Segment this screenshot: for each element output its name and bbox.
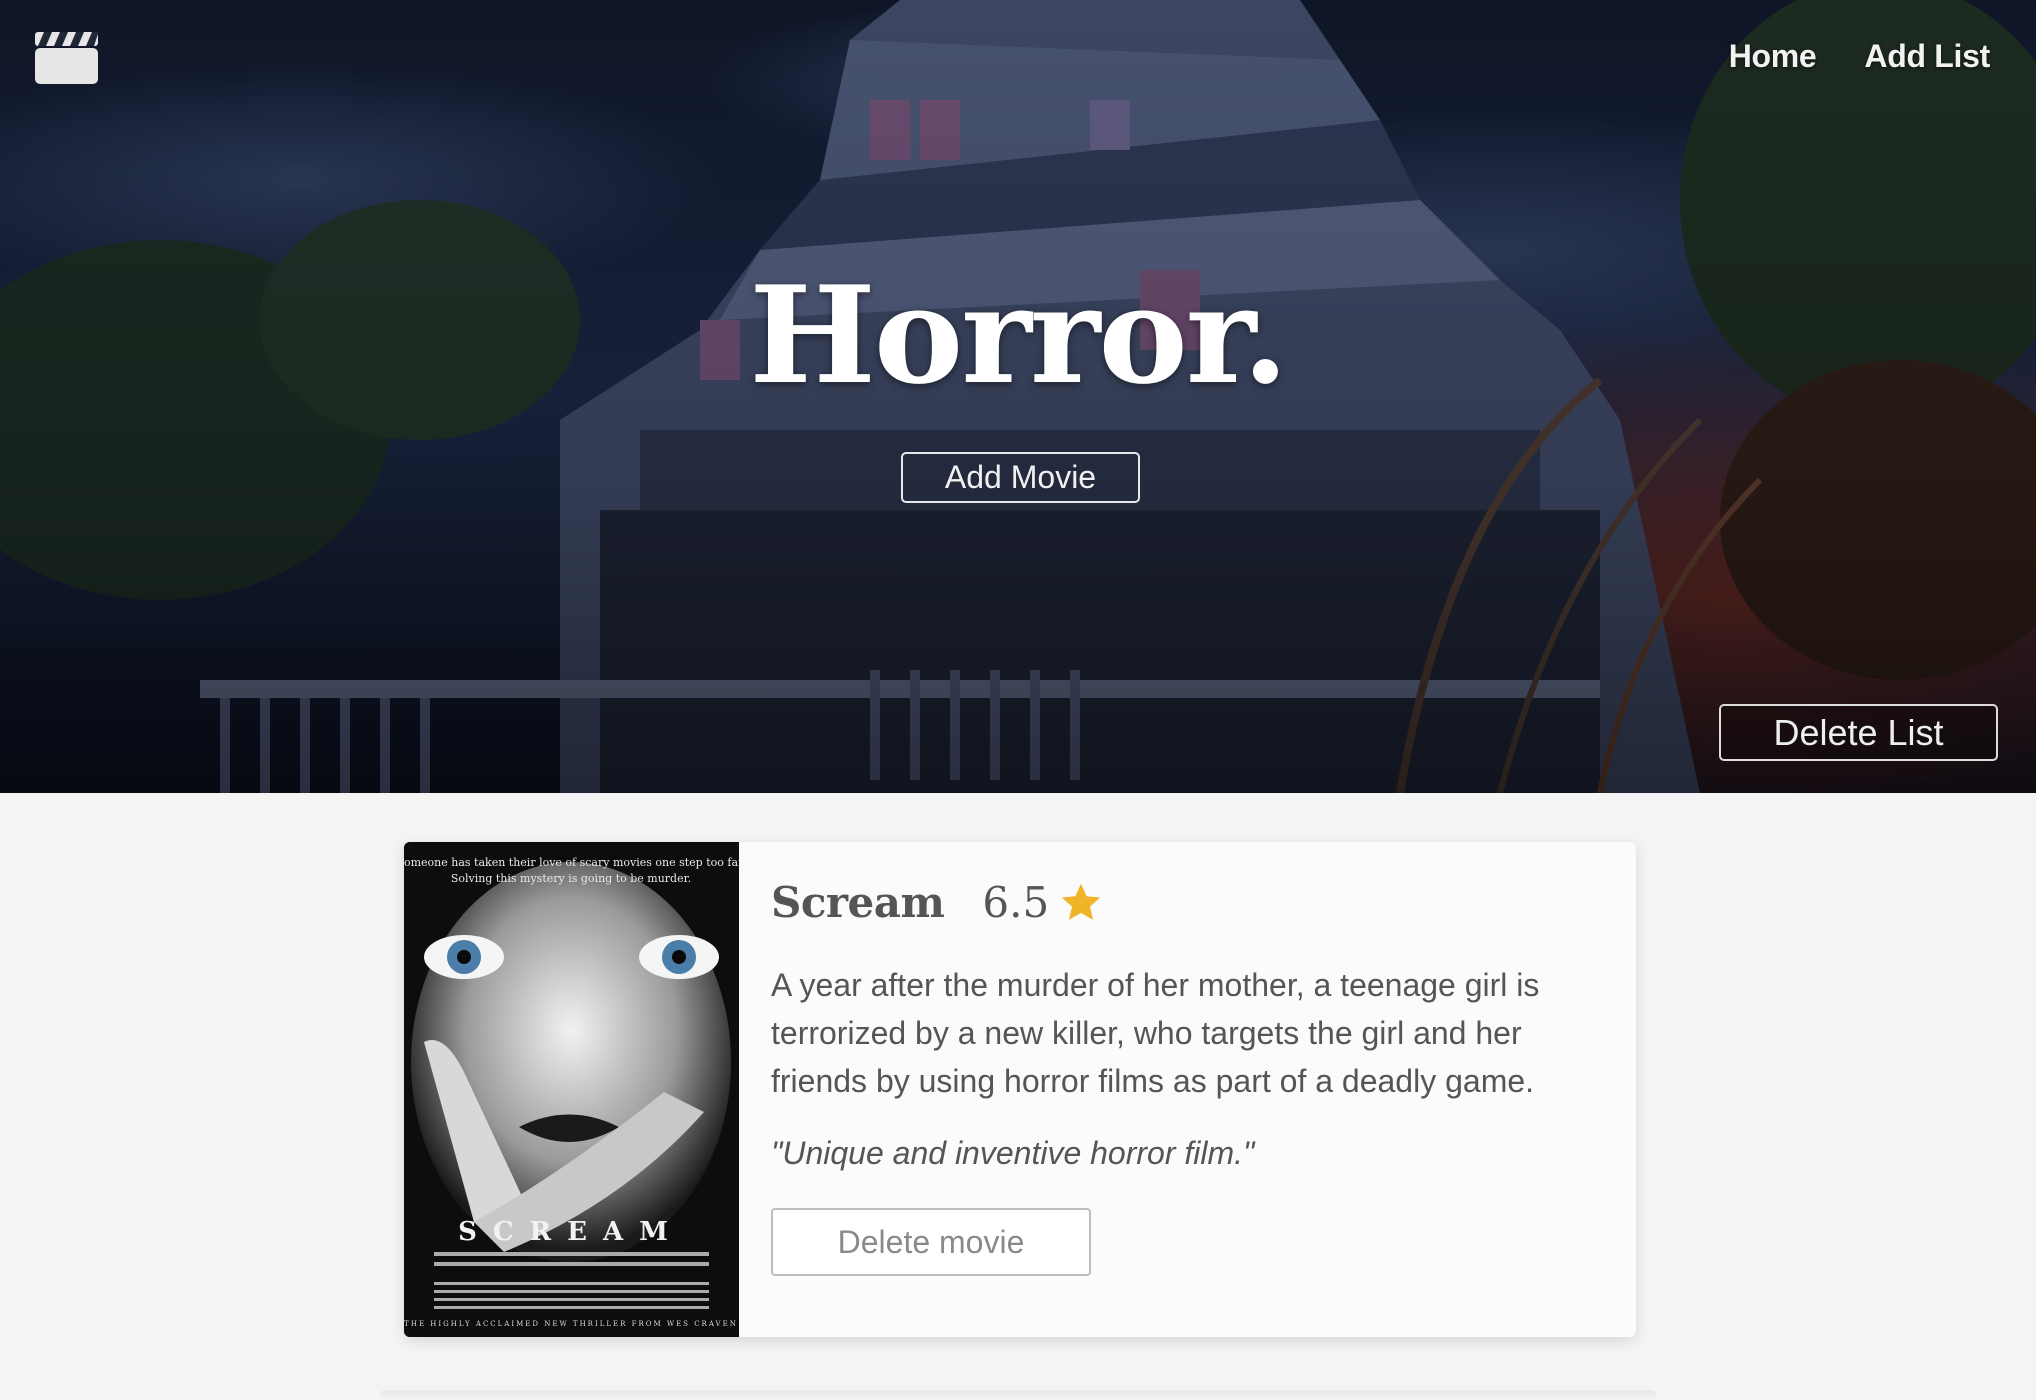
add-movie-button[interactable]: Add Movie (901, 452, 1140, 503)
poster-title: SCREAM (458, 1217, 684, 1247)
delete-movie-button[interactable]: Delete movie (771, 1208, 1091, 1276)
movie-description: A year after the murder of her mother, a… (771, 967, 1540, 1099)
movie-title: Scream (771, 878, 945, 927)
poster-bottom-line: THE HIGHLY ACCLAIMED NEW THRILLER FROM W… (404, 1320, 738, 1328)
list-title: Horror. (749, 256, 1289, 414)
nav-home-link[interactable]: Home (1729, 38, 1817, 75)
poster-image: Someone has taken their love of scary mo… (404, 842, 746, 1337)
movie-rating: 6.5 (982, 878, 1050, 927)
top-nav: Home Add List (1729, 38, 1991, 75)
clapperboard-icon[interactable] (34, 28, 99, 85)
star-icon (1061, 883, 1101, 920)
hero-banner: Home Add List Horror. Add Movie Delete L… (0, 0, 2036, 793)
next-card-edge (380, 1390, 1656, 1400)
nav-add-list-link[interactable]: Add List (1864, 38, 1990, 75)
movie-card: Someone has taken their love of scary mo… (404, 842, 1636, 1337)
movie-details: Scream 6.5 A year after the murder of he… (739, 842, 1636, 1337)
movie-review: "Unique and inventive horror film." (771, 1135, 1255, 1171)
movie-poster: Someone has taken their love of scary mo… (404, 842, 746, 1337)
movie-title-row: Scream 6.5 (771, 878, 1602, 927)
delete-list-button[interactable]: Delete List (1719, 704, 1998, 761)
poster-tagline-line2: Solving this mystery is going to be murd… (451, 872, 691, 885)
poster-tagline-line1: Someone has taken their love of scary mo… (404, 856, 739, 869)
